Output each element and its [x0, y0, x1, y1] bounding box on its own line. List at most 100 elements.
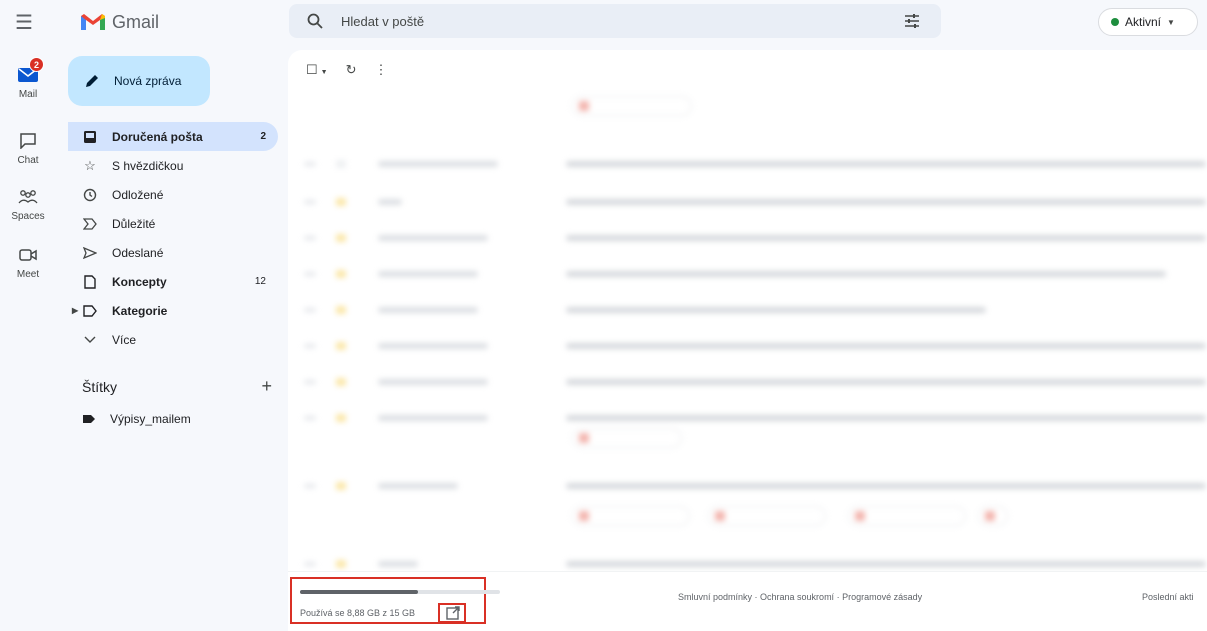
subject-placeholder — [566, 271, 1166, 277]
draft-icon — [82, 274, 98, 290]
nav-item-starred[interactable]: ☆ S hvězdičkou — [68, 151, 278, 180]
star-icon[interactable] — [336, 234, 346, 242]
footer-links: Smluvní podmínky · Ochrana soukromí · Pr… — [678, 592, 923, 602]
star-icon[interactable] — [336, 198, 346, 206]
attachment-chip[interactable] — [708, 506, 826, 526]
rail-spaces[interactable]: Spaces — [0, 186, 56, 222]
gmail-logo[interactable]: Gmail — [80, 8, 159, 36]
row-checkbox[interactable] — [304, 308, 316, 312]
nav-item-label: Koncepty — [112, 274, 167, 289]
attachment-chip[interactable] — [978, 506, 1008, 526]
nav-item-more[interactable]: Více — [68, 325, 278, 354]
mail-list-panel: ☐ ▼ ↻ ⋮ Používá se 8,88 GB z 15 GB Smluvn… — [288, 50, 1207, 631]
storage-bar-fill — [300, 590, 419, 594]
label-item[interactable]: Výpisy_mailem — [82, 412, 191, 426]
label-outline-icon — [82, 303, 98, 319]
storage-bar[interactable] — [300, 590, 500, 594]
star-icon: ☆ — [84, 157, 96, 173]
list-item[interactable] — [288, 186, 1207, 220]
status-dropdown[interactable]: Aktivní ▼ — [1098, 8, 1198, 36]
attachment-chip[interactable] — [848, 506, 966, 526]
row-checkbox[interactable] — [304, 344, 316, 348]
sender-placeholder — [378, 379, 488, 385]
list-item[interactable] — [288, 470, 1207, 504]
list-item[interactable] — [288, 366, 1207, 400]
sender-placeholder — [378, 307, 478, 313]
nav-item-drafts[interactable]: Koncepty 12 — [68, 267, 278, 296]
row-checkbox[interactable] — [304, 562, 316, 566]
nav-item-snoozed[interactable]: Odložené — [68, 180, 278, 209]
nav-item-label: Doručená pošta — [112, 129, 203, 144]
open-in-new-icon[interactable] — [445, 605, 461, 621]
sender-placeholder — [378, 483, 458, 489]
chat-icon — [15, 130, 41, 152]
row-checkbox[interactable] — [304, 200, 316, 204]
app-rail: ☰ 2 Mail Chat Spaces Meet — [0, 0, 56, 631]
nav-item-label: Důležité — [112, 216, 156, 231]
label-item-name: Výpisy_mailem — [110, 412, 191, 426]
subject-placeholder — [566, 307, 986, 313]
add-label-icon[interactable]: + — [261, 376, 272, 397]
list-item[interactable] — [288, 222, 1207, 256]
sender-placeholder — [378, 415, 488, 421]
nav-item-categories[interactable]: ▶ Kategorie — [68, 296, 278, 325]
privacy-link[interactable]: Ochrana soukromí — [760, 592, 834, 602]
nav-item-inbox[interactable]: Doručená pošta 2 — [68, 122, 278, 151]
expand-caret-icon[interactable]: ▶ — [72, 306, 78, 315]
search-icon[interactable] — [307, 13, 323, 29]
list-item[interactable] — [288, 402, 1207, 436]
more-vert-icon[interactable]: ⋮ — [375, 62, 388, 78]
terms-link[interactable]: Smluvní podmínky — [678, 592, 752, 602]
nav-item-label: Odeslané — [112, 245, 164, 260]
list-item[interactable] — [288, 258, 1207, 292]
program-policies-link[interactable]: Programové zásady — [842, 592, 922, 602]
nav-item-sent[interactable]: Odeslané — [68, 238, 278, 267]
pencil-icon — [86, 75, 98, 87]
clock-icon — [82, 187, 98, 203]
app-name: Gmail — [112, 11, 160, 32]
star-icon[interactable] — [336, 270, 346, 278]
star-icon[interactable] — [336, 560, 346, 568]
nav-item-important[interactable]: Důležité — [68, 209, 278, 238]
attachment-chip[interactable] — [572, 428, 682, 448]
rail-chat[interactable]: Chat — [0, 130, 56, 166]
subject-placeholder — [566, 379, 1206, 385]
star-icon[interactable] — [336, 414, 346, 422]
search-input[interactable] — [341, 9, 861, 33]
nav-item-label: Odložené — [112, 187, 164, 202]
select-all-checkbox[interactable]: ☐ ▼ — [306, 62, 328, 78]
refresh-icon[interactable]: ↻ — [346, 62, 357, 78]
important-icon — [82, 216, 98, 232]
row-checkbox[interactable] — [304, 380, 316, 384]
attachment-chip[interactable] — [572, 506, 690, 526]
list-item[interactable] — [288, 148, 1207, 182]
star-icon[interactable] — [336, 378, 346, 386]
list-item[interactable] — [288, 330, 1207, 364]
star-icon[interactable] — [336, 306, 346, 314]
search-options-icon[interactable] — [903, 12, 921, 30]
nav-item-count: 12 — [254, 276, 266, 287]
star-icon[interactable] — [336, 482, 346, 490]
label-icon — [83, 415, 95, 423]
row-checkbox[interactable] — [304, 236, 316, 240]
star-icon[interactable] — [336, 342, 346, 350]
row-checkbox[interactable] — [304, 162, 316, 166]
row-checkbox[interactable] — [304, 484, 316, 488]
attachment-chip[interactable] — [572, 96, 692, 116]
mail-icon: 2 — [15, 57, 44, 86]
star-icon[interactable] — [336, 160, 346, 168]
main-menu-icon[interactable]: ☰ — [10, 8, 38, 36]
caret-down-icon[interactable]: ▼ — [321, 69, 328, 76]
row-checkbox[interactable] — [304, 416, 316, 420]
subject-placeholder — [566, 415, 1206, 421]
nav-item-count: 2 — [260, 131, 266, 142]
rail-meet[interactable]: Meet — [0, 244, 56, 280]
rail-mail[interactable]: 2 Mail — [0, 57, 56, 100]
rail-mail-label: Mail — [18, 89, 38, 100]
compose-label: Nová zpráva — [114, 74, 182, 88]
message-list-blurred — [288, 94, 1207, 574]
compose-button[interactable]: Nová zpráva — [68, 56, 210, 106]
row-checkbox[interactable] — [304, 272, 316, 276]
rail-chat-label: Chat — [17, 155, 39, 166]
list-item[interactable] — [288, 294, 1207, 328]
